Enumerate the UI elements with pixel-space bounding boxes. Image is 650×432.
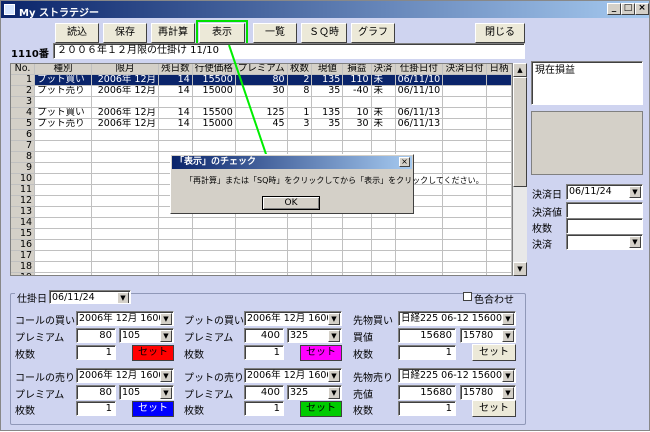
dialog-title: 「表示」のチェック	[172, 156, 412, 169]
dialog-message: 「再計算」または「SQ時」をクリックしてから「表示」をクリックしてください。	[185, 176, 484, 185]
annotation-arrow	[228, 44, 270, 164]
app-window: My ストラテジー _ □ × 読込 保存 再計算 表示 一覧 ＳＱ時 グラフ …	[0, 0, 650, 431]
dialog-ok-button[interactable]: OK	[262, 196, 320, 210]
dialog-close-button[interactable]: ×	[399, 157, 410, 167]
check-dialog: 「表示」のチェック × 「再計算」または「SQ時」をクリックしてから「表示」をク…	[170, 154, 484, 214]
